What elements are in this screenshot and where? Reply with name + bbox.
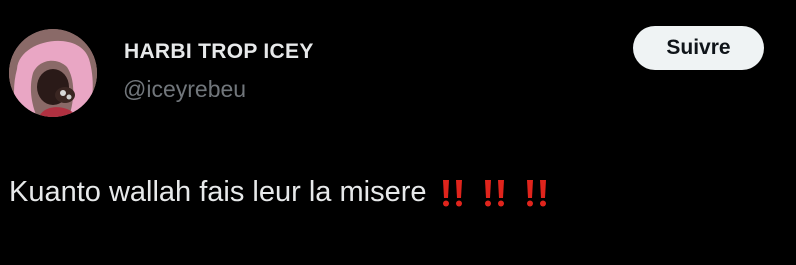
tweet-card: HARBI TROP ICEY @iceyrebeu Suivre Kuanto… (0, 0, 796, 265)
double-exclamation-mark-icon (439, 178, 467, 208)
emoji-group (439, 178, 551, 208)
double-exclamation-mark-icon (481, 178, 509, 208)
follow-button[interactable]: Suivre (633, 26, 764, 70)
tweet-body: Kuanto wallah fais leur la misere (9, 176, 427, 208)
avatar-image (9, 29, 97, 117)
user-handle[interactable]: @iceyrebeu (123, 76, 246, 103)
double-exclamation-mark-icon (523, 178, 551, 208)
display-name[interactable]: HARBI TROP ICEY (124, 40, 314, 64)
avatar[interactable] (9, 29, 97, 117)
tweet-text: Kuanto wallah fais leur la misere (9, 176, 551, 209)
